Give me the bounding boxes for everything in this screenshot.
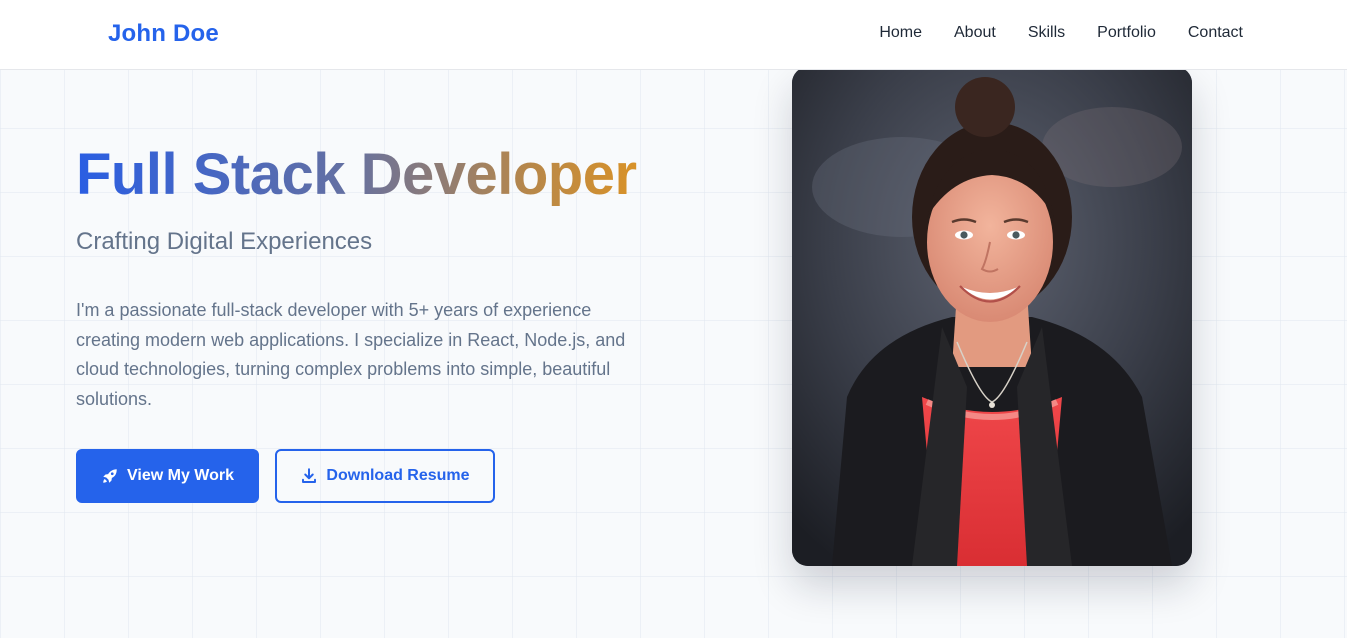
brand-logo[interactable]: John Doe [108,20,219,48]
hero-actions: View My Work Download Resume [76,449,676,504]
hero-section: Full Stack Developer Crafting Digital Ex… [0,70,1347,638]
nav-item-home: Home [879,24,922,42]
hero-intro: I'm a passionate full-stack developer wi… [76,300,626,409]
rocket-icon [101,467,119,485]
nav-link-skills[interactable]: Skills [1028,24,1065,41]
nav-item-about: About [954,24,996,42]
download-icon [300,467,318,485]
nav-item-contact: Contact [1188,24,1243,42]
nav-link-home[interactable]: Home [879,24,922,41]
hero-content: Full Stack Developer Crafting Digital Ex… [76,140,676,504]
download-resume-button[interactable]: Download Resume [275,449,495,504]
nav-link-about[interactable]: About [954,24,996,41]
navbar: John Doe Home About Skills Portfolio Con… [0,0,1347,70]
nav-link-portfolio[interactable]: Portfolio [1097,24,1156,41]
nav-links: Home About Skills Portfolio Contact [879,24,1243,42]
nav-link-contact[interactable]: Contact [1188,24,1243,41]
nav-item-skills: Skills [1028,24,1065,42]
profile-photo [792,70,1192,566]
view-my-work-label: View My Work [127,467,234,485]
download-resume-label: Download Resume [326,467,470,485]
portrait-image [792,70,1192,566]
hero-headline: Full Stack Developer [76,140,676,210]
hero-subtitle: Crafting Digital Experiences [76,228,373,255]
nav-item-portfolio: Portfolio [1097,24,1156,42]
view-my-work-button[interactable]: View My Work [76,449,259,504]
